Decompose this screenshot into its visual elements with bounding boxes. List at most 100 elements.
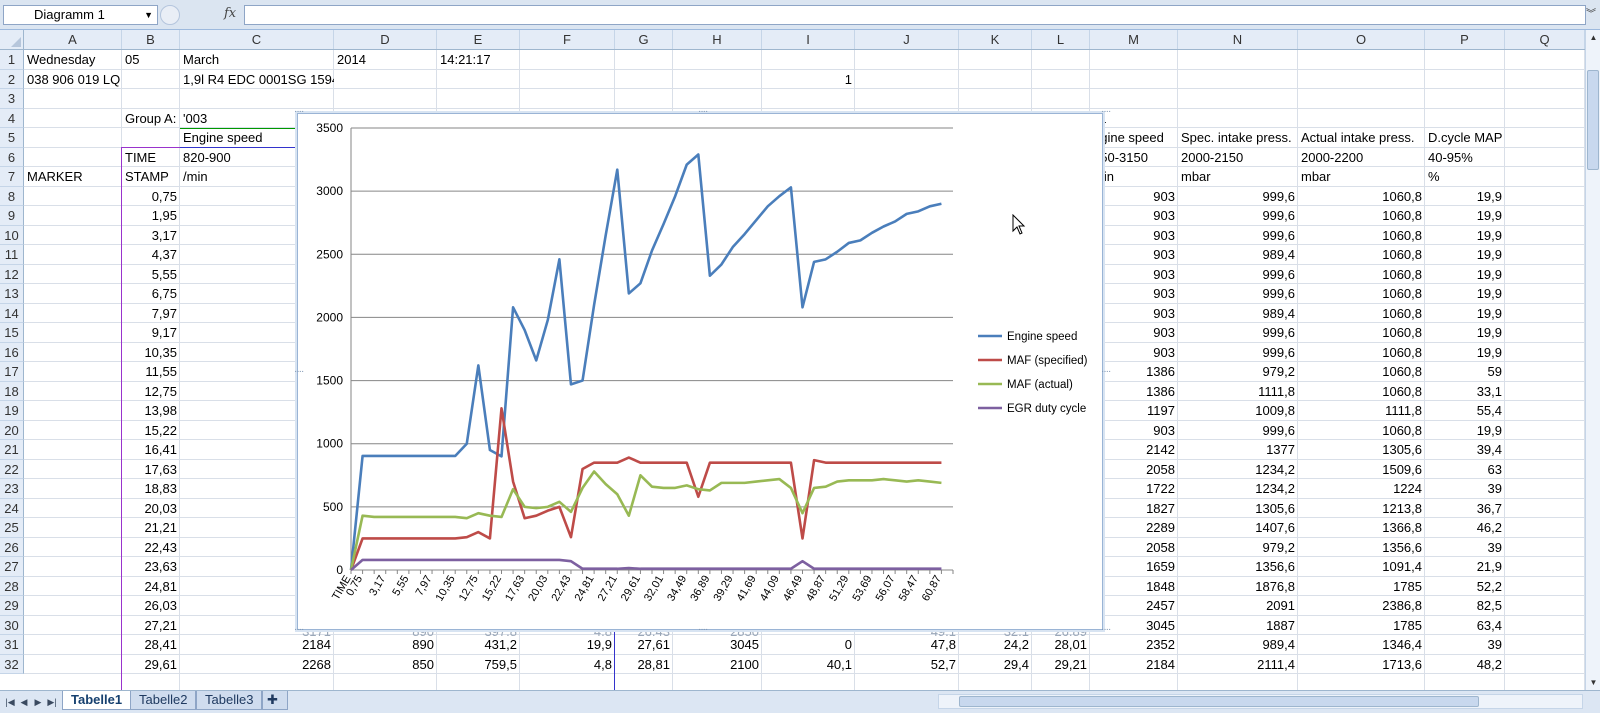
data-cell[interactable]: 2091 — [1178, 596, 1298, 616]
row-header-22[interactable]: 22 — [0, 459, 24, 479]
data-cell[interactable]: 989,4 — [1178, 245, 1298, 265]
resize-handle[interactable]: ···· — [294, 107, 304, 117]
data-cell[interactable]: 19,9 — [1425, 206, 1505, 226]
cell-b6[interactable]: TIME — [122, 148, 180, 168]
time-stamp-cell[interactable]: 3,17 — [122, 226, 180, 246]
data-cell[interactable]: 1060,8 — [1298, 323, 1425, 343]
time-stamp-cell[interactable]: 24,81 — [122, 577, 180, 597]
data-cell[interactable]: 52,2 — [1425, 577, 1505, 597]
column-header-d[interactable]: D — [334, 30, 437, 49]
data-cell[interactable]: 1305,6 — [1178, 499, 1298, 519]
time-stamp-cell[interactable]: 6,75 — [122, 284, 180, 304]
data-cell[interactable]: 28,01 — [1032, 635, 1090, 655]
cell-e1[interactable]: 14:21:17 — [437, 50, 520, 70]
data-cell[interactable]: 1785 — [1298, 616, 1425, 636]
data-cell[interactable]: 19,9 — [1425, 187, 1505, 207]
row-header-1[interactable]: 1 — [0, 50, 24, 70]
cell-b4[interactable]: Group A: — [122, 109, 180, 129]
row-header-25[interactable]: 25 — [0, 518, 24, 538]
row-header-32[interactable]: 32 — [0, 654, 24, 674]
cell-b7[interactable]: STAMP — [122, 167, 180, 187]
chart-object[interactable]: 0 500 1000 1500 2000 2500 3000 3500 TIME 0,75 3,17… — [294, 107, 1111, 635]
data-cell[interactable]: 1060,8 — [1298, 245, 1425, 265]
row-header-2[interactable]: 2 — [0, 69, 24, 89]
cell-a2[interactable]: 038 906 019 LQ — [24, 70, 122, 90]
column-header-g[interactable]: G — [615, 30, 673, 49]
column-header-p[interactable]: P — [1425, 30, 1505, 49]
row-header-26[interactable]: 26 — [0, 537, 24, 557]
time-stamp-cell[interactable]: 9,17 — [122, 323, 180, 343]
scroll-up-arrow-icon[interactable]: ▲ — [1586, 30, 1600, 45]
row-header-17[interactable]: 17 — [0, 362, 24, 382]
column-header-o[interactable]: O — [1298, 30, 1425, 49]
data-cell[interactable]: 759,5 — [437, 655, 520, 675]
data-cell[interactable]: 1060,8 — [1298, 265, 1425, 285]
data-cell[interactable]: 1377 — [1178, 440, 1298, 460]
data-cell[interactable]: 1213,8 — [1298, 499, 1425, 519]
vertical-scrollbar[interactable]: ▲ ▼ — [1585, 30, 1600, 690]
data-cell[interactable]: 1009,8 — [1178, 401, 1298, 421]
data-cell[interactable]: 1091,4 — [1298, 557, 1425, 577]
row-header-28[interactable]: 28 — [0, 576, 24, 596]
data-cell[interactable]: 979,2 — [1178, 538, 1298, 558]
data-cell[interactable]: 27,61 — [615, 635, 673, 655]
data-cell[interactable]: 39 — [1425, 538, 1505, 558]
data-cell[interactable]: 1111,8 — [1178, 382, 1298, 402]
data-cell[interactable]: 1509,6 — [1298, 460, 1425, 480]
name-box[interactable]: Diagramm 1 ▼ — [3, 5, 158, 25]
data-cell[interactable]: 989,4 — [1178, 635, 1298, 655]
row-header-10[interactable]: 10 — [0, 225, 24, 245]
time-stamp-cell[interactable]: 7,97 — [122, 304, 180, 324]
data-cell[interactable]: 850 — [334, 655, 437, 675]
time-stamp-cell[interactable]: 22,43 — [122, 538, 180, 558]
row-header-15[interactable]: 15 — [0, 323, 24, 343]
data-cell[interactable]: 40,1 — [762, 655, 855, 675]
data-cell[interactable]: 999,6 — [1178, 421, 1298, 441]
data-cell[interactable]: 63 — [1425, 460, 1505, 480]
data-cell[interactable]: 19,9 — [1425, 226, 1505, 246]
resize-handle[interactable]: ···· — [294, 625, 304, 635]
data-cell[interactable]: 1356,6 — [1298, 538, 1425, 558]
data-cell[interactable]: 1060,8 — [1298, 304, 1425, 324]
row-header-9[interactable]: 9 — [0, 206, 24, 226]
data-cell[interactable]: 39 — [1425, 479, 1505, 499]
data-cell[interactable]: 1887 — [1178, 616, 1298, 636]
data-cell[interactable]: 1060,8 — [1298, 226, 1425, 246]
data-cell[interactable]: 999,6 — [1178, 265, 1298, 285]
tab-tabelle3[interactable]: Tabelle3 — [196, 691, 263, 710]
data-cell[interactable]: 989,4 — [1178, 304, 1298, 324]
row-header-4[interactable]: 4 — [0, 108, 24, 128]
data-cell[interactable]: 48,2 — [1425, 655, 1505, 675]
data-cell[interactable]: 39 — [1425, 635, 1505, 655]
data-cell[interactable]: 46,2 — [1425, 518, 1505, 538]
vertical-scroll-thumb[interactable] — [1587, 70, 1599, 170]
resize-handle[interactable]: ···· — [294, 367, 304, 377]
cell-p6[interactable]: 40-95% — [1425, 148, 1505, 168]
data-cell[interactable]: 1785 — [1298, 577, 1425, 597]
data-cell[interactable]: 36,7 — [1425, 499, 1505, 519]
row-header-7[interactable]: 7 — [0, 167, 24, 187]
time-stamp-cell[interactable]: 12,75 — [122, 382, 180, 402]
time-stamp-cell[interactable]: 28,41 — [122, 635, 180, 655]
data-cell[interactable]: 2184 — [180, 635, 334, 655]
data-cell[interactable]: 1111,8 — [1298, 401, 1425, 421]
data-cell[interactable]: 1407,6 — [1178, 518, 1298, 538]
data-cell[interactable]: 24,2 — [959, 635, 1032, 655]
time-stamp-cell[interactable]: 11,55 — [122, 362, 180, 382]
row-header-11[interactable]: 11 — [0, 245, 24, 265]
data-cell[interactable]: 3045 — [673, 635, 762, 655]
row-header-18[interactable]: 18 — [0, 381, 24, 401]
horizontal-scroll-thumb[interactable] — [959, 696, 1479, 707]
column-header-h[interactable]: H — [673, 30, 762, 49]
formula-grip-icon[interactable] — [160, 5, 180, 25]
data-cell[interactable]: 82,5 — [1425, 596, 1505, 616]
column-header-l[interactable]: L — [1032, 30, 1090, 49]
horizontal-scrollbar[interactable] — [938, 694, 1583, 709]
time-stamp-cell[interactable]: 20,03 — [122, 499, 180, 519]
cell-c2[interactable]: 1,9l R4 EDC 0001SG 1594 — [180, 70, 334, 90]
data-cell[interactable]: 1224 — [1298, 479, 1425, 499]
data-cell[interactable]: 63,4 — [1425, 616, 1505, 636]
column-header-f[interactable]: F — [520, 30, 615, 49]
row-header-23[interactable]: 23 — [0, 479, 24, 499]
resize-handle[interactable]: ···· — [1101, 107, 1111, 117]
